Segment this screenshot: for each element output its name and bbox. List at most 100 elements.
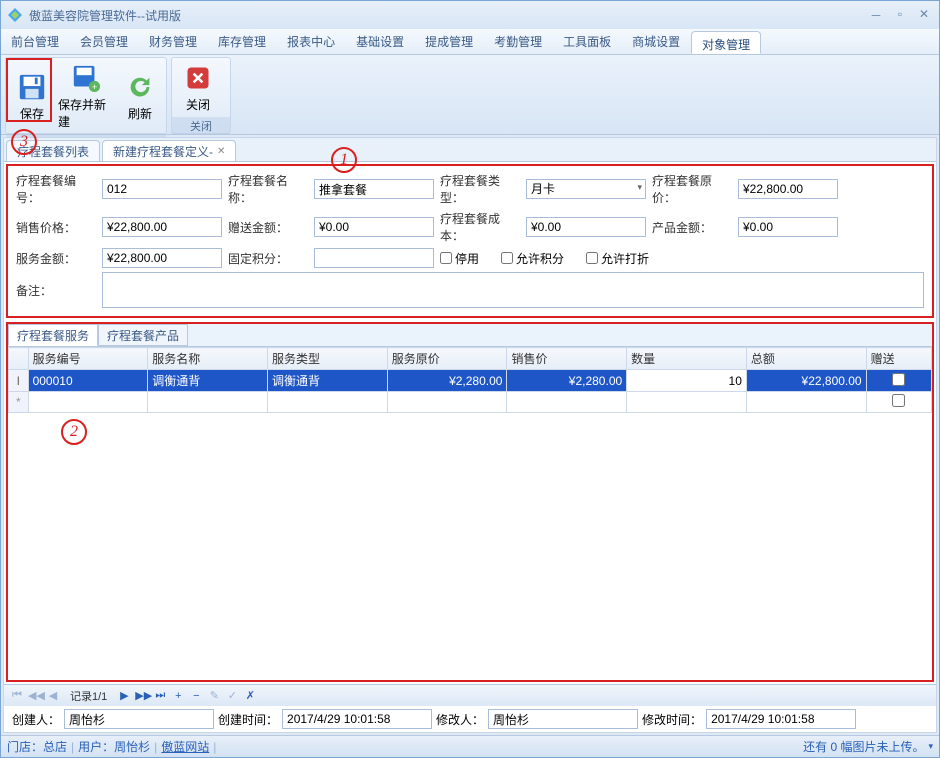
gift-checkbox-new[interactable]	[892, 394, 905, 407]
refresh-button[interactable]: 刷新	[116, 60, 164, 132]
save-and-new-button[interactable]: + 保存并新建	[56, 60, 116, 132]
textarea-remark[interactable]	[102, 272, 924, 308]
document-tabs: 疗程套餐列表 新建疗程套餐定义-✕	[4, 138, 936, 162]
status-user: 用户：周怡杉	[78, 738, 150, 755]
col-gift[interactable]: 赠送	[866, 348, 931, 370]
menu-基础设置[interactable]: 基础设置	[346, 29, 415, 54]
menu-商城设置[interactable]: 商城设置	[622, 29, 691, 54]
nav-last-button[interactable]: ⏭	[153, 689, 167, 702]
service-grid[interactable]: 服务编号 服务名称 服务类型 服务原价 销售价 数量 总额 赠送 I 00001…	[8, 346, 932, 680]
input-fixed-pts[interactable]	[314, 248, 434, 268]
nav-delete-button[interactable]: −	[189, 690, 203, 702]
checkbox-allow-discount[interactable]: 允许打折	[586, 250, 649, 267]
col-qty[interactable]: 数量	[627, 348, 747, 370]
input-name[interactable]	[314, 179, 434, 199]
nav-prev-button[interactable]: ◀	[46, 689, 60, 702]
refresh-label: 刷新	[128, 105, 152, 122]
doctab-close-icon[interactable]: ✕	[217, 146, 225, 157]
nav-confirm-button[interactable]: ✓	[225, 689, 239, 702]
status-store: 门店：总店	[7, 738, 67, 755]
col-service-name[interactable]: 服务名称	[148, 348, 268, 370]
checkbox-disabled[interactable]: 停用	[440, 250, 479, 267]
menu-财务管理[interactable]: 财务管理	[139, 29, 208, 54]
floppy-icon	[16, 71, 48, 103]
menu-库存管理[interactable]: 库存管理	[208, 29, 277, 54]
label-remark: 备注：	[16, 272, 96, 299]
input-prod-amt[interactable]	[738, 217, 838, 237]
label-gift-amt: 赠送金额：	[228, 219, 308, 236]
cell-total[interactable]: ¥22,800.00	[746, 370, 866, 392]
app-logo-icon	[7, 7, 23, 23]
menu-对象管理[interactable]: 对象管理	[691, 31, 761, 54]
subtab-products[interactable]: 疗程套餐产品	[98, 324, 188, 346]
input-orig-price[interactable]	[738, 179, 838, 199]
close-icon	[182, 62, 214, 94]
close-label: 关闭	[186, 96, 210, 113]
input-code[interactable]	[102, 179, 222, 199]
chevron-down-icon[interactable]: ▾	[928, 741, 933, 752]
window-title: 傲蓝美容院管理软件--试用版	[29, 7, 867, 24]
input-ctime	[282, 709, 432, 729]
detail-area: 疗程套餐服务 疗程套餐产品 服务编号 服务名称 服务类型 服务原价 销售价 数量…	[6, 322, 934, 682]
nav-next-page-button[interactable]: ▶▶	[135, 689, 149, 702]
cell-type[interactable]: 调衡通背	[268, 370, 388, 392]
label-orig-price: 疗程套餐原价：	[652, 172, 732, 206]
menu-工具面板[interactable]: 工具面板	[553, 29, 622, 54]
table-new-row[interactable]: *	[9, 392, 932, 413]
input-sale-price[interactable]	[102, 217, 222, 237]
minimize-button[interactable]: －	[867, 7, 885, 24]
save-button[interactable]: 保存	[8, 60, 56, 132]
menu-报表中心[interactable]: 报表中心	[277, 29, 346, 54]
doctab-new-package[interactable]: 新建疗程套餐定义-✕	[102, 140, 236, 161]
menu-会员管理[interactable]: 会员管理	[70, 29, 139, 54]
gift-checkbox[interactable]	[892, 373, 905, 386]
status-website-link[interactable]: 傲蓝网站	[161, 738, 209, 755]
input-svc-amt[interactable]	[102, 248, 222, 268]
select-type[interactable]: 月卡	[526, 179, 646, 199]
label-ctime: 创建时间：	[218, 711, 278, 728]
nav-edit-button[interactable]: ✎	[207, 689, 221, 702]
label-creator: 创建人：	[12, 711, 60, 728]
form-area: 疗程套餐编号： 疗程套餐名称： 疗程套餐类型： 月卡 疗程套餐原价： 销售价格：…	[6, 164, 934, 318]
nav-add-button[interactable]: +	[171, 690, 185, 702]
input-gift-amt[interactable]	[314, 217, 434, 237]
svg-text:+: +	[92, 82, 97, 92]
nav-first-button[interactable]: ⏮	[10, 689, 24, 702]
table-row[interactable]: I 000010 调衡通背 调衡通背 ¥2,280.00 ¥2,280.00 1…	[9, 370, 932, 392]
doctab-package-list[interactable]: 疗程套餐列表	[6, 140, 100, 161]
input-cost[interactable]	[526, 217, 646, 237]
new-row-indicator-icon: *	[9, 392, 29, 413]
col-total[interactable]: 总额	[746, 348, 866, 370]
col-orig-price[interactable]: 服务原价	[387, 348, 507, 370]
label-fixed-pts: 固定积分：	[228, 250, 308, 267]
ribbon-group-label-close: 关闭	[172, 117, 230, 135]
cell-orig[interactable]: ¥2,280.00	[387, 370, 507, 392]
cell-sale[interactable]: ¥2,280.00	[507, 370, 627, 392]
cell-qty[interactable]: 10	[627, 370, 747, 392]
nav-prev-page-button[interactable]: ◀◀	[28, 689, 42, 702]
record-navigator: ⏮ ◀◀ ◀ 记录1/1 ▶ ▶▶ ⏭ + − ✎ ✓ ✗	[4, 684, 936, 706]
audit-bar: 创建人： 创建时间： 修改人： 修改时间：	[4, 706, 936, 732]
nav-next-button[interactable]: ▶	[117, 689, 131, 702]
menu-前台管理[interactable]: 前台管理	[1, 29, 70, 54]
subtab-services[interactable]: 疗程套餐服务	[8, 324, 98, 346]
col-service-type[interactable]: 服务类型	[268, 348, 388, 370]
input-modifier	[488, 709, 638, 729]
checkbox-allow-points[interactable]: 允许积分	[501, 250, 564, 267]
nav-cancel-button[interactable]: ✗	[243, 689, 257, 702]
col-service-code[interactable]: 服务编号	[28, 348, 148, 370]
cell-code[interactable]: 000010	[28, 370, 148, 392]
label-modifier: 修改人：	[436, 711, 484, 728]
col-sale-price[interactable]: 销售价	[507, 348, 627, 370]
cell-name[interactable]: 调衡通背	[148, 370, 268, 392]
refresh-icon	[124, 71, 156, 103]
close-window-button[interactable]: ✕	[915, 7, 933, 24]
menu-提成管理[interactable]: 提成管理	[415, 29, 484, 54]
close-button[interactable]: 关闭	[174, 60, 222, 115]
cell-gift[interactable]	[866, 370, 931, 392]
label-code: 疗程套餐编号：	[16, 172, 96, 206]
nav-position: 记录1/1	[70, 688, 107, 704]
menu-考勤管理[interactable]: 考勤管理	[484, 29, 553, 54]
maximize-button[interactable]: ▫	[891, 7, 909, 24]
titlebar: 傲蓝美容院管理软件--试用版 － ▫ ✕	[1, 1, 939, 29]
